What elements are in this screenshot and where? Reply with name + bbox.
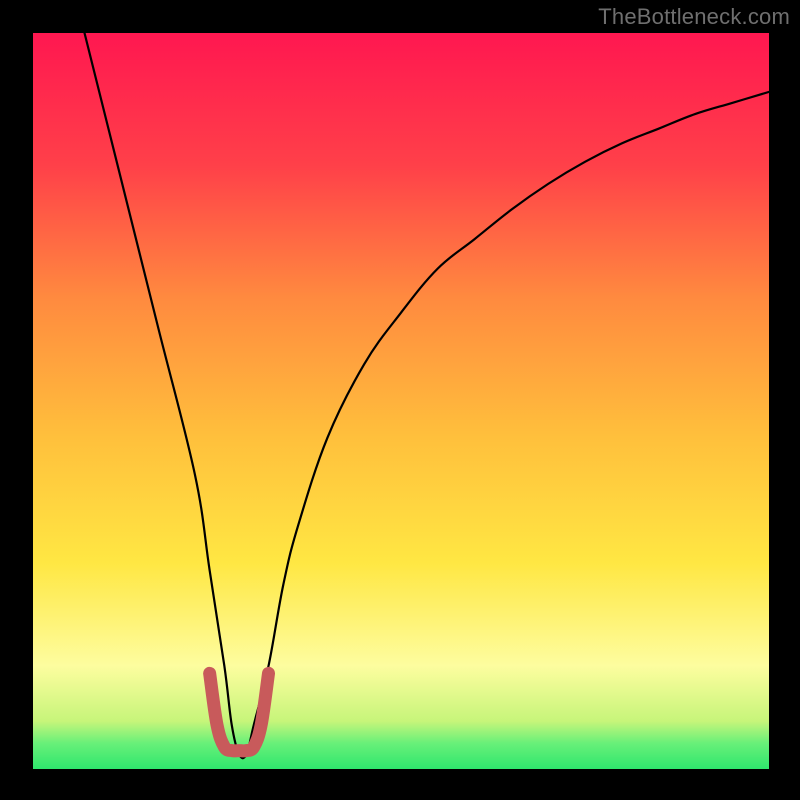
plot-background — [33, 33, 769, 769]
watermark-label: TheBottleneck.com — [598, 4, 790, 30]
chart-frame: TheBottleneck.com — [0, 0, 800, 800]
bottleneck-chart — [0, 0, 800, 800]
